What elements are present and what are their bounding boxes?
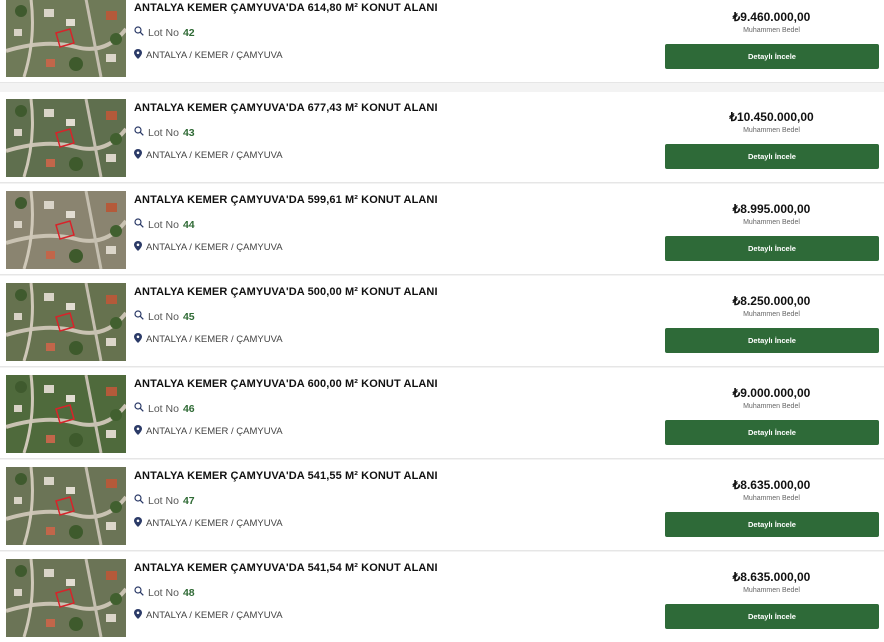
listing-thumbnail[interactable] [6,191,126,269]
price-label: Muhammen Bedel [743,311,800,318]
details-button[interactable]: Detaylı İncele [665,144,879,169]
location-info: ANTALYA / KEMER / ÇAMYUVA [134,333,283,346]
listing-title[interactable]: ANTALYA KEMER ÇAMYUVA'DA 541,54 M² KONUT… [134,562,438,574]
listing-thumbnail[interactable] [6,0,126,77]
location-info: ANTALYA / KEMER / ÇAMYUVA [134,149,283,162]
lot-info: Lot No 45 [134,310,195,323]
price: ₺9.460.000,00 [732,10,811,24]
search-icon [134,402,144,415]
listing-card: ANTALYA KEMER ÇAMYUVA'DA 614,80 M² KONUT… [0,0,884,82]
lot-number: 47 [182,494,195,507]
location-text: ANTALYA / KEMER / ÇAMYUVA [146,242,283,253]
map-pin-icon [134,49,142,62]
price: ₺8.250.000,00 [732,294,811,308]
listing-title[interactable]: ANTALYA KEMER ÇAMYUVA'DA 614,80 M² KONUT… [134,2,438,14]
satellite-image [6,467,126,545]
map-pin-icon [134,149,142,162]
listing-thumbnail[interactable] [6,99,126,177]
lot-number: 43 [182,126,195,139]
location-info: ANTALYA / KEMER / ÇAMYUVA [134,517,283,530]
location-info: ANTALYA / KEMER / ÇAMYUVA [134,425,283,438]
details-button[interactable]: Detaylı İncele [665,328,879,353]
details-button[interactable]: Detaylı İncele [665,44,879,69]
price-label: Muhammen Bedel [743,219,800,226]
lot-info: Lot No 43 [134,126,195,139]
lot-info: Lot No 42 [134,26,195,39]
location-text: ANTALYA / KEMER / ÇAMYUVA [146,334,283,345]
lot-info: Lot No 47 [134,494,195,507]
listing-card: ANTALYA KEMER ÇAMYUVA'DA 500,00 M² KONUT… [0,276,884,366]
lot-label: Lot No [148,310,179,323]
search-icon [134,126,144,139]
lot-number: 45 [182,310,195,323]
map-pin-icon [134,425,142,438]
map-pin-icon [134,241,142,254]
lot-info: Lot No 46 [134,402,195,415]
listing-card: ANTALYA KEMER ÇAMYUVA'DA 599,61 M² KONUT… [0,184,884,274]
lot-number: 44 [182,218,195,231]
price: ₺8.995.000,00 [732,202,811,216]
details-button[interactable]: Detaylı İncele [665,512,879,537]
price: ₺9.000.000,00 [732,386,811,400]
lot-label: Lot No [148,126,179,139]
listing-card: ANTALYA KEMER ÇAMYUVA'DA 677,43 M² KONUT… [0,92,884,182]
search-icon [134,586,144,599]
lot-info: Lot No 44 [134,218,195,231]
lot-label: Lot No [148,26,179,39]
search-icon [134,310,144,323]
location-text: ANTALYA / KEMER / ÇAMYUVA [146,426,283,437]
satellite-image [6,559,126,637]
satellite-image [6,191,126,269]
lot-number: 48 [182,586,195,599]
price-label: Muhammen Bedel [743,403,800,410]
map-pin-icon [134,517,142,530]
map-pin-icon [134,333,142,346]
price-label: Muhammen Bedel [743,587,800,594]
details-button[interactable]: Detaylı İncele [665,604,879,629]
satellite-image [6,375,126,453]
lot-number: 46 [182,402,195,415]
listing-thumbnail[interactable] [6,375,126,453]
lot-number: 42 [182,26,195,39]
lot-label: Lot No [148,402,179,415]
listing-title[interactable]: ANTALYA KEMER ÇAMYUVA'DA 600,00 M² KONUT… [134,378,438,390]
lot-label: Lot No [148,494,179,507]
lot-label: Lot No [148,218,179,231]
location-text: ANTALYA / KEMER / ÇAMYUVA [146,50,283,61]
listing-card: ANTALYA KEMER ÇAMYUVA'DA 600,00 M² KONUT… [0,368,884,458]
listing-thumbnail[interactable] [6,467,126,545]
location-info: ANTALYA / KEMER / ÇAMYUVA [134,241,283,254]
location-text: ANTALYA / KEMER / ÇAMYUVA [146,518,283,529]
details-button[interactable]: Detaylı İncele [665,236,879,261]
location-text: ANTALYA / KEMER / ÇAMYUVA [146,150,283,161]
price-label: Muhammen Bedel [743,27,800,34]
price: ₺8.635.000,00 [732,570,811,584]
satellite-image [6,99,126,177]
price-label: Muhammen Bedel [743,495,800,502]
location-info: ANTALYA / KEMER / ÇAMYUVA [134,49,283,62]
listing-thumbnail[interactable] [6,283,126,361]
listing-thumbnail[interactable] [6,559,126,637]
price: ₺10.450.000,00 [729,110,814,124]
details-button[interactable]: Detaylı İncele [665,420,879,445]
listing-title[interactable]: ANTALYA KEMER ÇAMYUVA'DA 500,00 M² KONUT… [134,286,438,298]
satellite-image [6,283,126,361]
listing-title[interactable]: ANTALYA KEMER ÇAMYUVA'DA 541,55 M² KONUT… [134,470,438,482]
location-text: ANTALYA / KEMER / ÇAMYUVA [146,610,283,621]
search-icon [134,494,144,507]
listing-title[interactable]: ANTALYA KEMER ÇAMYUVA'DA 599,61 M² KONUT… [134,194,438,206]
listing-card: ANTALYA KEMER ÇAMYUVA'DA 541,55 M² KONUT… [0,460,884,550]
listing-title[interactable]: ANTALYA KEMER ÇAMYUVA'DA 677,43 M² KONUT… [134,102,438,114]
search-icon [134,26,144,39]
search-icon [134,218,144,231]
listing-list: ANTALYA KEMER ÇAMYUVA'DA 614,80 M² KONUT… [0,0,884,642]
lot-info: Lot No 48 [134,586,195,599]
price: ₺8.635.000,00 [732,478,811,492]
listing-card: ANTALYA KEMER ÇAMYUVA'DA 541,54 M² KONUT… [0,552,884,642]
satellite-image [6,0,126,77]
lot-label: Lot No [148,586,179,599]
price-label: Muhammen Bedel [743,127,800,134]
